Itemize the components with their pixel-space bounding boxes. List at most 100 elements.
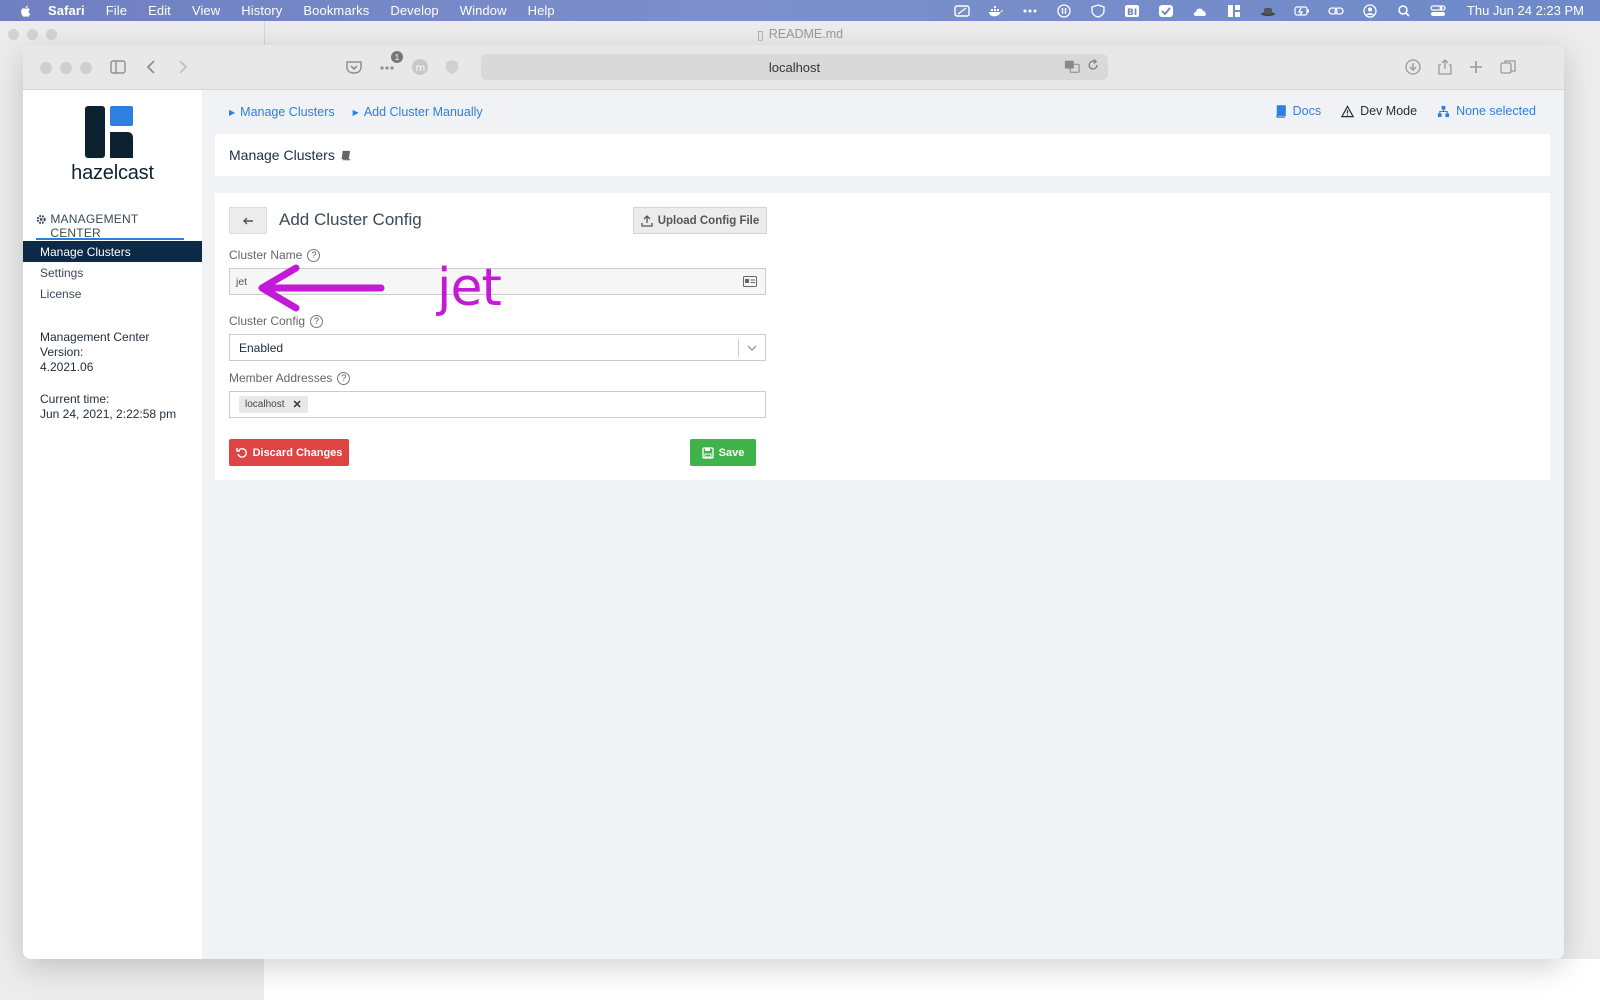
minimize-window-button[interactable]	[60, 62, 72, 74]
chevron-down-icon	[747, 345, 757, 351]
cluster-selector[interactable]: None selected	[1437, 104, 1536, 118]
browser-toolbar: 1 m localhost	[23, 45, 1564, 90]
autofill-contact-icon[interactable]	[743, 276, 757, 287]
translate-icon[interactable]	[1064, 58, 1080, 74]
shield-icon[interactable]	[1089, 3, 1107, 18]
background-window-title: ▯ README.md	[0, 21, 1600, 47]
brand-name: hazelcast	[71, 162, 154, 184]
page-header: Manage Clusters	[215, 134, 1550, 176]
member-addresses-label-text: Member Addresses	[229, 371, 333, 385]
apple-icon[interactable]	[18, 3, 34, 19]
current-time-value: Jun 24, 2021, 2:22:58 pm	[40, 407, 177, 421]
menu-edit[interactable]: Edit	[148, 3, 171, 18]
menu-help[interactable]: Help	[528, 3, 555, 18]
link-icon[interactable]	[1327, 4, 1345, 18]
zoom-window-button[interactable]	[80, 62, 92, 74]
checkmark-icon[interactable]	[1157, 4, 1175, 18]
menu-bar: Safari File Edit View History Bookmarks …	[0, 0, 1600, 21]
tab-overview-icon[interactable]	[1497, 57, 1519, 77]
warning-icon	[1341, 104, 1355, 117]
upload-icon	[641, 214, 653, 227]
upload-config-button[interactable]: Upload Config File	[633, 207, 767, 234]
extension-m-icon[interactable]: m	[409, 57, 431, 77]
discard-changes-label: Discard Changes	[252, 446, 343, 459]
control-center-icon[interactable]	[1429, 4, 1447, 18]
pause-icon[interactable]	[1055, 3, 1073, 18]
address-text: localhost	[768, 59, 821, 75]
cluster-name-label-text: Cluster Name	[229, 248, 303, 262]
sidebar-nav: Manage Clusters Settings License	[23, 241, 202, 304]
cloud-icon[interactable]	[1191, 4, 1209, 18]
layout-icon[interactable]	[1225, 4, 1243, 18]
caret-right-icon: ▶	[229, 107, 236, 117]
sidebar-toggle-icon[interactable]	[107, 57, 129, 77]
dev-mode-label: Dev Mode	[1360, 104, 1418, 118]
docs-link[interactable]: Docs	[1274, 104, 1321, 118]
user-icon[interactable]	[1361, 3, 1379, 18]
arrow-left-icon	[243, 217, 253, 224]
hat-icon[interactable]	[1259, 4, 1277, 18]
battery-icon[interactable]	[1293, 4, 1311, 18]
menu-clock[interactable]: Thu Jun 24 2:23 PM	[1467, 3, 1584, 18]
forward-nav-icon[interactable]	[171, 57, 193, 77]
undo-icon	[235, 447, 247, 458]
network-icon	[1438, 105, 1450, 117]
bi-icon[interactable]: BI	[1123, 4, 1141, 18]
discard-changes-button[interactable]: Discard Changes	[229, 439, 349, 466]
share-icon[interactable]	[1434, 57, 1456, 77]
breadcrumb-add-cluster[interactable]: ▶ Add Cluster Manually	[353, 105, 483, 119]
svg-text:m: m	[416, 63, 426, 74]
reload-icon[interactable]	[1086, 58, 1100, 72]
status-area: BI Thu Jun 24 2:23 PM	[953, 0, 1600, 21]
annotation-arrow-icon	[258, 264, 385, 312]
cluster-config-select[interactable]: Enabled	[229, 334, 766, 361]
help-icon[interactable]: ?	[310, 314, 324, 328]
extension-badge: 1	[391, 51, 403, 63]
screenshot-tool-icon[interactable]	[953, 4, 971, 18]
close-window-button[interactable]	[40, 62, 52, 74]
member-address-value: localhost	[245, 399, 285, 410]
dev-mode-indicator[interactable]: Dev Mode	[1341, 104, 1417, 118]
upload-config-label: Upload Config File	[657, 214, 760, 227]
address-bar[interactable]: localhost	[481, 54, 1108, 80]
pocket-icon[interactable]	[343, 57, 365, 77]
menu-history[interactable]: History	[241, 3, 282, 18]
back-button[interactable]	[229, 207, 267, 234]
caret-right-icon: ▶	[352, 107, 359, 117]
spotlight-search-icon[interactable]	[1395, 4, 1413, 18]
select-divider	[738, 339, 739, 357]
floppy-disk-icon	[701, 446, 714, 459]
new-tab-icon[interactable]	[1465, 57, 1487, 77]
privacy-shield-icon[interactable]	[441, 57, 463, 77]
menu-window[interactable]: Window	[460, 3, 507, 18]
help-icon[interactable]: ?	[337, 371, 351, 385]
annotation-label: jet	[437, 258, 502, 318]
sidebar-item-license[interactable]: License	[23, 283, 202, 304]
window-controls	[40, 62, 92, 74]
help-icon[interactable]: ?	[307, 248, 321, 262]
menu-bookmarks[interactable]: Bookmarks	[303, 3, 369, 18]
back-nav-icon[interactable]	[141, 57, 163, 77]
menu-develop[interactable]: Develop	[390, 3, 438, 18]
cluster-name-value: jet	[236, 275, 248, 288]
save-button[interactable]: Save	[690, 439, 756, 466]
downloads-icon[interactable]	[1402, 57, 1424, 77]
address-actions	[1064, 58, 1100, 74]
sidebar-item-manage-clusters[interactable]: Manage Clusters	[23, 241, 202, 262]
breadcrumb-manage-clusters[interactable]: ▶ Manage Clusters	[229, 105, 335, 119]
gear-icon	[36, 215, 46, 224]
page-title: Manage Clusters	[229, 147, 335, 163]
menu-safari[interactable]: Safari	[48, 3, 85, 18]
breadcrumb-add-cluster-label: Add Cluster Manually	[363, 105, 483, 119]
member-address-tag: localhost ✕	[239, 396, 308, 413]
more-dots-icon[interactable]	[1021, 4, 1039, 18]
remove-tag-icon[interactable]: ✕	[292, 398, 301, 411]
member-addresses-input[interactable]: localhost ✕	[229, 391, 766, 418]
book-icon[interactable]	[341, 150, 352, 161]
menu-view[interactable]: View	[192, 3, 220, 18]
menu-file[interactable]: File	[106, 3, 127, 18]
sidebar-item-settings[interactable]: Settings	[23, 262, 202, 283]
cluster-config-label: Cluster Config ?	[229, 314, 324, 328]
sidebar: hazelcast MANAGEMENT CENTER Manage Clust…	[23, 90, 202, 959]
docker-icon[interactable]	[987, 4, 1005, 18]
